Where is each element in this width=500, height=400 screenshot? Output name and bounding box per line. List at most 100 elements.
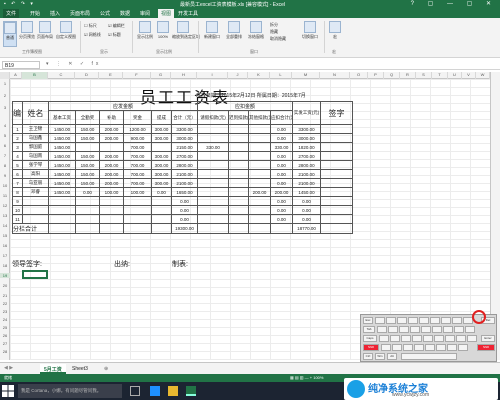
cell-basic[interactable]: 1450.00: [48, 151, 76, 161]
cell[interactable]: [320, 223, 354, 234]
window-controls[interactable]: ? ▢ — ▢ ✕: [411, 0, 497, 7]
cell-net[interactable]: 0.00: [292, 214, 322, 224]
row-header[interactable]: 19: [0, 273, 10, 278]
tab-formulas[interactable]: 公式: [100, 10, 110, 17]
keyboard-key[interactable]: [397, 317, 407, 324]
keyboard-key[interactable]: [436, 344, 446, 351]
switch-windows-button[interactable]: 切换窗口: [300, 21, 320, 47]
row-header[interactable]: 5: [0, 133, 10, 138]
column-header[interactable]: V: [462, 72, 476, 79]
cell-dsum[interactable]: 330.00: [270, 142, 294, 152]
keyboard-key[interactable]: [401, 335, 411, 342]
sheet-tab-sheet3[interactable]: Sheet3: [68, 364, 92, 374]
column-header[interactable]: O: [350, 72, 368, 79]
keyboard-key[interactable]: [445, 335, 455, 342]
keyboard-key[interactable]: [392, 344, 402, 351]
cell-comm[interactable]: 300.00: [151, 133, 172, 143]
cell-name[interactable]: 马国南: [22, 151, 49, 161]
cell-net[interactable]: 2100.00: [292, 169, 322, 179]
cell[interactable]: [248, 223, 272, 234]
keyboard-key[interactable]: [421, 326, 431, 333]
cell-att[interactable]: 150.00: [75, 124, 100, 134]
cell-leave[interactable]: [197, 124, 230, 134]
row-header[interactable]: 26: [0, 333, 10, 338]
row-header[interactable]: 23: [0, 309, 10, 314]
cell-other[interactable]: 200.00: [248, 187, 272, 197]
cell-bonus[interactable]: [123, 196, 152, 206]
cell-sub[interactable]: 200.00: [99, 151, 124, 161]
key-ctrl[interactable]: Ctrl: [363, 353, 373, 360]
keyboard-key[interactable]: [467, 335, 477, 342]
cell-leave[interactable]: [197, 160, 230, 170]
cell-late[interactable]: [228, 124, 250, 134]
cell-no[interactable]: 5: [12, 160, 23, 170]
cell-sign[interactable]: [320, 196, 354, 206]
cell-att[interactable]: 150.00: [75, 151, 100, 161]
row-header[interactable]: 3: [0, 105, 10, 110]
cell-dsum[interactable]: 0.00: [270, 160, 294, 170]
row-header[interactable]: 8: [0, 163, 10, 168]
cell-no[interactable]: 7: [12, 178, 23, 188]
tab-data[interactable]: 数据: [120, 10, 130, 17]
column-header[interactable]: L: [270, 72, 292, 79]
keyboard-key[interactable]: [414, 344, 424, 351]
cell-name[interactable]: 马亚丽: [22, 178, 49, 188]
column-header[interactable]: N: [320, 72, 350, 79]
key-caps[interactable]: Caps: [363, 335, 377, 342]
column-header[interactable]: J: [228, 72, 248, 79]
row-header[interactable]: 2: [0, 93, 10, 98]
cell-comm[interactable]: 300.00: [151, 151, 172, 161]
cell-net[interactable]: 2800.00: [292, 160, 322, 170]
keyboard-key[interactable]: [408, 317, 418, 324]
keyboard-key[interactable]: [434, 335, 444, 342]
column-header[interactable]: T: [432, 72, 448, 79]
cell-comm[interactable]: 300.00: [151, 178, 172, 188]
page-layout-button[interactable]: 页面布局: [37, 21, 53, 47]
cell-name[interactable]: [22, 205, 49, 215]
keyboard-key[interactable]: [432, 326, 442, 333]
cell-basic[interactable]: 1450.00: [48, 169, 76, 179]
cell-comm[interactable]: [151, 142, 172, 152]
cell-late[interactable]: [228, 133, 250, 143]
cell-sub[interactable]: [99, 196, 124, 206]
row-header[interactable]: 10: [0, 183, 10, 188]
cell-att[interactable]: 150.00: [75, 160, 100, 170]
cell-sub[interactable]: 200.00: [99, 178, 124, 188]
cell-total[interactable]: 2700.00: [170, 151, 199, 161]
cell-sub[interactable]: [99, 142, 124, 152]
zoom-to-selection-button[interactable]: 缩放到选定区域: [172, 21, 200, 47]
cell-comm[interactable]: 300.00: [151, 160, 172, 170]
row-header[interactable]: 7: [0, 153, 10, 158]
cell-late[interactable]: [228, 214, 250, 224]
tab-home[interactable]: 开始: [30, 10, 40, 17]
column-header[interactable]: E: [99, 72, 123, 79]
quick-access-toolbar[interactable]: ▪ ↶ ↷ ▾: [4, 1, 35, 7]
cell-dsum[interactable]: 0.00: [270, 151, 294, 161]
row-header[interactable]: 24: [0, 317, 10, 322]
cell-total[interactable]: 2100.00: [170, 178, 199, 188]
keyboard-key[interactable]: [386, 317, 396, 324]
cell-sign[interactable]: [320, 124, 354, 134]
cell-other[interactable]: [248, 178, 272, 188]
task-view-icon[interactable]: [130, 386, 140, 396]
cell-total[interactable]: 2100.00: [170, 169, 199, 179]
new-window-button[interactable]: 新建窗口: [202, 21, 222, 47]
cell-name[interactable]: 郭国庭: [22, 142, 49, 152]
keyboard-key[interactable]: [452, 317, 462, 324]
headings-checkbox[interactable]: ☑ 标题: [108, 32, 121, 38]
cell-other[interactable]: [248, 169, 272, 179]
add-sheet-button[interactable]: ⊕: [100, 364, 112, 374]
keyboard-key[interactable]: [458, 344, 468, 351]
cell-dsum[interactable]: 200.00: [270, 187, 294, 197]
zoom-100-button[interactable]: 100%: [156, 21, 170, 47]
keyboard-key[interactable]: [399, 326, 409, 333]
key-alt[interactable]: Alt: [387, 353, 397, 360]
select-all-corner[interactable]: [0, 72, 10, 79]
keyboard-key[interactable]: [456, 335, 466, 342]
tab-review[interactable]: 审阅: [140, 10, 150, 17]
cell-total[interactable]: 3300.00: [170, 124, 199, 134]
cell-total[interactable]: 2150.00: [170, 142, 199, 152]
key-shift-right[interactable]: Shift: [477, 344, 495, 351]
keyboard-key[interactable]: [381, 344, 391, 351]
subtotal-label[interactable]: 分栏合计: [12, 223, 49, 234]
